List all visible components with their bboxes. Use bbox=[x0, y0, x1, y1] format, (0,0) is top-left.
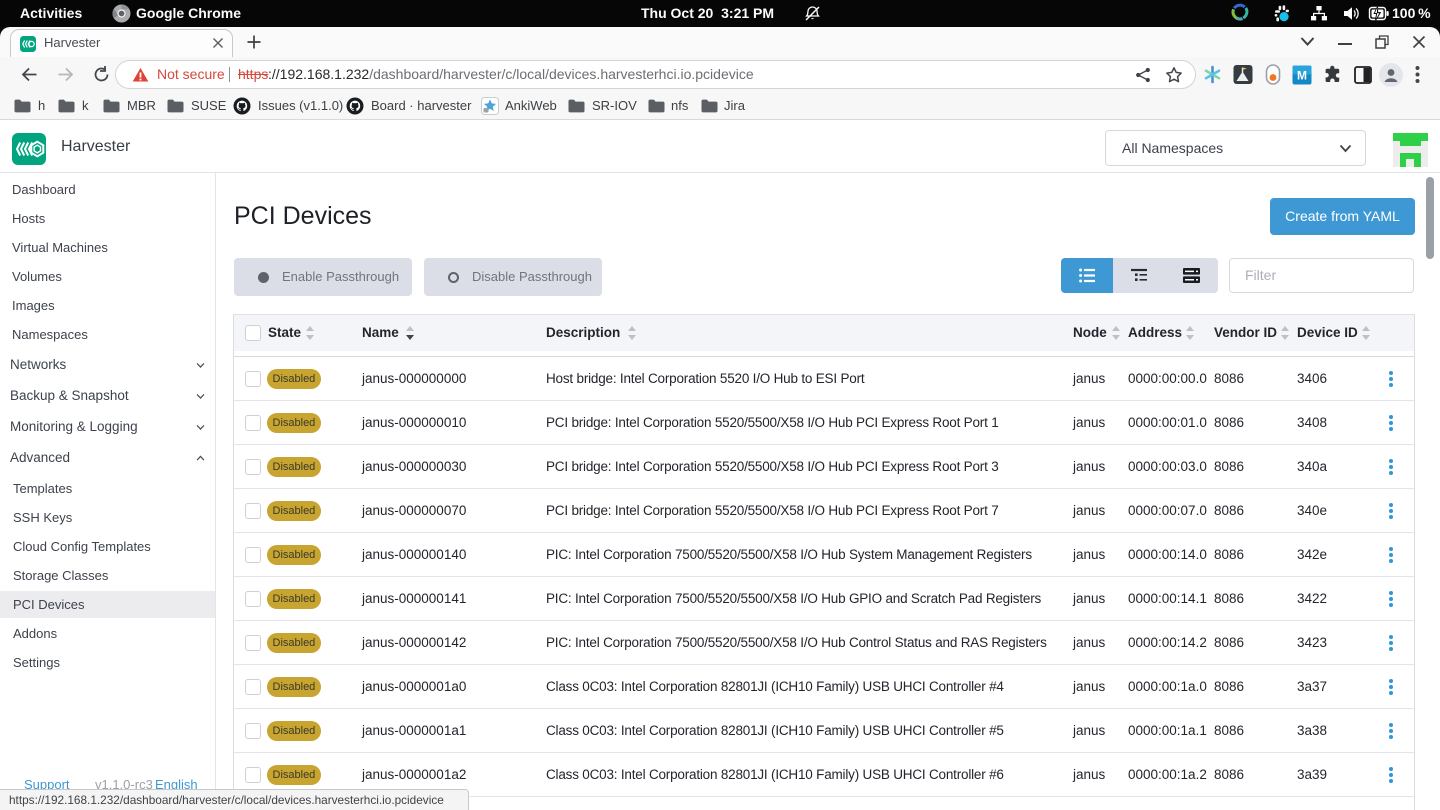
svg-text:M: M bbox=[1297, 69, 1307, 83]
